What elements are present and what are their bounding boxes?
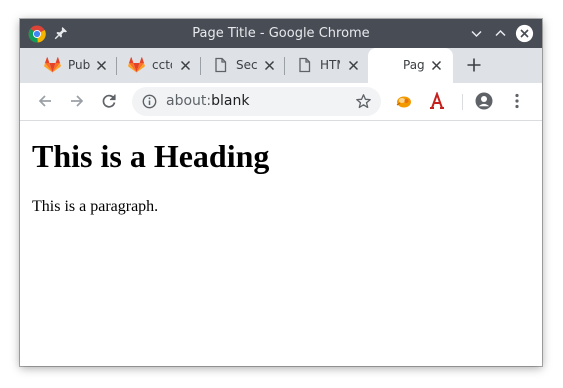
new-tab-button[interactable] [466, 57, 482, 73]
tab-label: Pub [68, 58, 90, 72]
title-bar[interactable]: Page Title - Google Chrome [20, 19, 542, 48]
toolbar-separator [462, 94, 463, 110]
browser-window: Page Title - Google Chrome Pub cct Sec H… [20, 19, 542, 366]
gitlab-icon [44, 57, 61, 73]
reload-button[interactable] [100, 92, 118, 110]
forward-button[interactable] [68, 92, 86, 110]
url-scheme: about: [166, 93, 212, 109]
menu-kebab-icon[interactable] [508, 92, 526, 110]
tab-label: ccto [152, 58, 172, 72]
page-content: This is a Heading This is a paragraph. [20, 121, 542, 366]
document-icon [215, 57, 227, 73]
tab-label: Sec [236, 58, 258, 72]
address-bar[interactable]: about:blank [132, 87, 381, 116]
close-tab-icon[interactable] [179, 59, 192, 72]
window-title: Page Title - Google Chrome [192, 26, 370, 41]
tab-page-title-active[interactable]: Pag [368, 48, 453, 83]
extension-icon[interactable] [395, 92, 413, 110]
tab-pub[interactable]: Pub [24, 48, 114, 83]
close-tab-icon[interactable] [95, 59, 108, 72]
tab-label: Pag [403, 58, 425, 72]
gitlab-icon [128, 57, 145, 73]
toolbar: about:blank [20, 83, 542, 121]
back-button[interactable] [36, 92, 54, 110]
close-tab-icon[interactable] [347, 59, 360, 72]
tab-label: HTM [320, 58, 340, 72]
url-text: about:blank [166, 87, 249, 116]
page-paragraph: This is a paragraph. [32, 198, 159, 215]
profile-icon[interactable] [475, 92, 493, 110]
info-icon[interactable] [142, 94, 157, 109]
tab-htm[interactable]: HTM [276, 48, 366, 83]
close-tab-icon[interactable] [430, 59, 443, 72]
page-heading: This is a Heading [32, 138, 270, 174]
bookmark-star-icon[interactable] [355, 93, 372, 110]
tab-sec[interactable]: Sec [192, 48, 282, 83]
maximize-button[interactable] [491, 24, 510, 43]
tab-strip: Pub ccto [20, 48, 542, 83]
close-tab-icon[interactable] [263, 59, 276, 72]
url-path: blank [211, 93, 250, 109]
minimize-button[interactable] [467, 24, 486, 43]
tab-ccto[interactable]: ccto [108, 48, 198, 83]
document-icon [299, 57, 311, 73]
font-extension-icon[interactable] [428, 92, 446, 110]
close-window-button[interactable] [515, 24, 534, 43]
